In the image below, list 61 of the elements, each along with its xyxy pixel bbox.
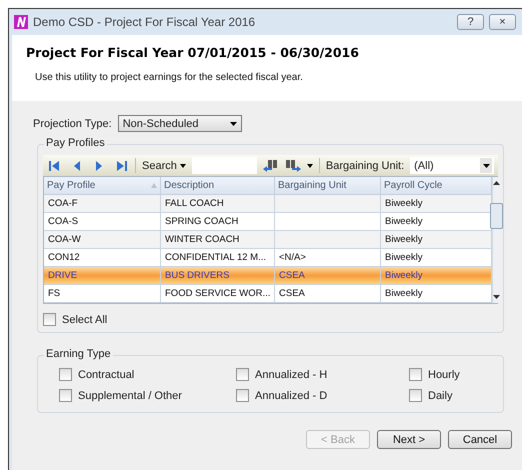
table-cell[interactable]: CSEA xyxy=(275,285,381,303)
earning-type-checkbox[interactable]: Annualized - D xyxy=(236,389,409,402)
column-header[interactable]: Pay Profile xyxy=(44,177,161,195)
group-title: Pay Profiles xyxy=(44,137,107,149)
close-button[interactable]: × xyxy=(489,14,516,30)
earning-type-checkbox[interactable]: Contractual xyxy=(59,368,236,381)
table-cell[interactable]: Biweekly xyxy=(381,267,492,285)
table-cell[interactable] xyxy=(275,231,381,249)
scrollbar[interactable] xyxy=(492,177,500,303)
table-cell[interactable]: BUS DRIVERS xyxy=(161,267,275,285)
scroll-down-icon[interactable] xyxy=(493,295,500,299)
table-cell[interactable]: Biweekly xyxy=(381,231,492,249)
search-menu[interactable]: Search xyxy=(142,160,186,172)
table-cell[interactable] xyxy=(275,213,381,231)
earning-type-checkbox[interactable]: Supplemental / Other xyxy=(59,389,236,402)
earning-type-checkbox[interactable]: Hourly xyxy=(409,368,503,381)
table-cell[interactable]: COA-W xyxy=(44,231,161,249)
page-heading: Project For Fiscal Year 07/01/2015 - 06/30/2016 xyxy=(26,45,360,60)
table-cell[interactable] xyxy=(275,195,381,213)
table-cell[interactable]: SPRING COACH xyxy=(161,213,275,231)
table-cell[interactable]: COA-S xyxy=(44,213,161,231)
caret-icon xyxy=(180,164,186,168)
table-cell[interactable]: CONFIDENTIAL 12 M... xyxy=(161,249,275,267)
find-previous-icon[interactable] xyxy=(262,158,279,172)
bargaining-unit-label: Bargaining Unit: xyxy=(326,160,404,172)
find-next-icon[interactable] xyxy=(284,158,301,172)
table-cell[interactable]: Biweekly xyxy=(381,195,492,213)
table-cell[interactable]: FS xyxy=(44,285,161,303)
window-title: Demo CSD - Project For Fiscal Year 2016 xyxy=(33,15,256,29)
column-header[interactable]: Payroll Cycle xyxy=(381,177,492,195)
table-cell[interactable]: Biweekly xyxy=(381,285,492,303)
table-cell[interactable]: FOOD SERVICE WOR... xyxy=(161,285,275,303)
earning-type-checkbox[interactable]: Annualized - H xyxy=(236,368,409,381)
table-cell[interactable]: WINTER COACH xyxy=(161,231,275,249)
caret-icon[interactable] xyxy=(306,164,313,168)
column-header[interactable]: Bargaining Unit xyxy=(275,177,381,195)
earning-type-checkbox[interactable]: Daily xyxy=(409,389,503,402)
table-cell[interactable]: CON12 xyxy=(44,249,161,267)
scroll-up-icon[interactable] xyxy=(493,181,500,185)
caret-icon xyxy=(230,122,237,126)
caret-icon[interactable] xyxy=(482,164,490,168)
cancel-button[interactable]: Cancel xyxy=(448,430,512,449)
table-cell[interactable]: FALL COACH xyxy=(161,195,275,213)
table-cell[interactable]: DRIVE xyxy=(44,267,161,285)
sort-icon xyxy=(151,183,157,188)
help-button[interactable]: ? xyxy=(457,14,484,30)
projection-type-dropdown[interactable]: Non-Scheduled xyxy=(118,115,242,132)
table-cell[interactable]: Biweekly xyxy=(381,249,492,267)
app-logo-icon xyxy=(14,15,28,29)
group-title: Earning Type xyxy=(44,348,113,360)
table-cell[interactable]: CSEA xyxy=(275,267,381,285)
projection-type-label: Projection Type: xyxy=(33,118,112,130)
search-field[interactable] xyxy=(192,157,257,174)
bargaining-unit-dropdown[interactable]: (All) xyxy=(410,157,494,174)
scrollbar-thumb[interactable] xyxy=(490,203,503,229)
column-header[interactable]: Description xyxy=(161,177,275,195)
next-button[interactable]: Next > xyxy=(377,430,441,449)
select-all-checkbox[interactable]: Select All xyxy=(43,313,498,326)
page-description: Use this utility to project earnings for the selected fiscal year. xyxy=(35,72,304,83)
table-cell[interactable]: COA-F xyxy=(44,195,161,213)
table-cell[interactable]: <N/A> xyxy=(275,249,381,267)
